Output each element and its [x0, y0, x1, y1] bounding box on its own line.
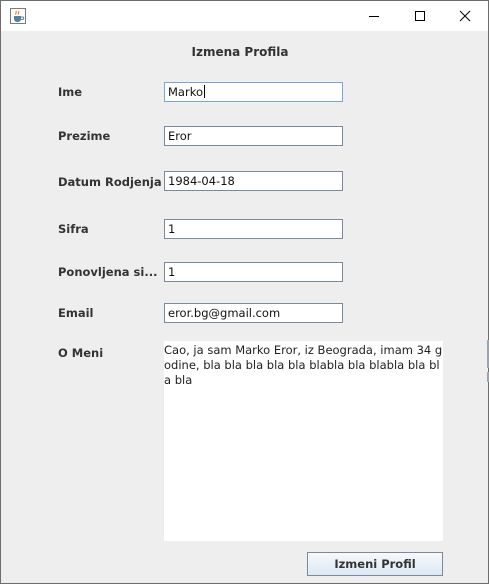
- email-input[interactable]: eror.bg@gmail.com: [164, 303, 343, 323]
- java-cup-icon[interactable]: [10, 8, 26, 24]
- minimize-icon: [369, 16, 379, 17]
- ime-value: Marko: [168, 85, 203, 99]
- datum-rodjenja-input[interactable]: 1984-04-18: [164, 171, 343, 191]
- label-o-meni: O Meni: [58, 346, 104, 360]
- o-meni-textarea[interactable]: Cao, ja sam Marko Eror, iz Beograda, ima…: [164, 341, 443, 541]
- sifra-input[interactable]: 1: [164, 219, 343, 239]
- label-datum-rodjenja: Datum Rodjenja: [58, 175, 162, 189]
- label-email: Email: [58, 306, 94, 320]
- close-button[interactable]: [442, 1, 488, 31]
- maximize-icon: [415, 11, 425, 21]
- minimize-button[interactable]: [351, 1, 397, 31]
- label-sifra: Sifra: [58, 222, 89, 236]
- label-prezime: Prezime: [58, 129, 111, 143]
- app-window: Izmena Profila Ime Marko Prezime Eror Da…: [0, 0, 489, 584]
- maximize-button[interactable]: [397, 1, 443, 31]
- izmeni-profil-button[interactable]: Izmeni Profil: [307, 552, 443, 576]
- title-bar[interactable]: [1, 1, 488, 31]
- label-ime: Ime: [58, 85, 83, 99]
- prezime-input[interactable]: Eror: [164, 126, 343, 146]
- close-icon: [459, 10, 471, 22]
- ime-input[interactable]: Marko: [164, 82, 343, 102]
- form-title: Izmena Profila: [191, 45, 289, 59]
- text-caret: [203, 85, 205, 98]
- label-ponovljena-sifra: Ponovljena si...: [58, 265, 158, 279]
- ponovljena-sifra-input[interactable]: 1: [164, 262, 343, 282]
